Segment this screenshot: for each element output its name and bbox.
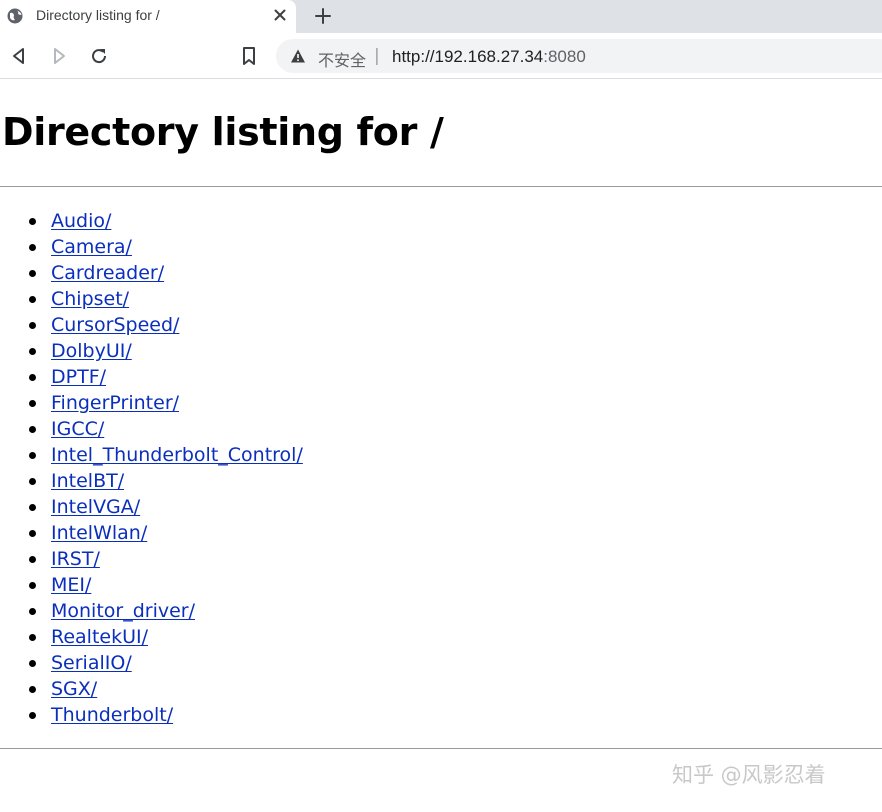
directory-link[interactable]: Cardreader/ bbox=[51, 260, 164, 286]
directory-link[interactable]: Camera/ bbox=[51, 234, 132, 260]
forward-button[interactable] bbox=[48, 45, 70, 67]
bullet bbox=[29, 478, 36, 485]
bullet bbox=[29, 218, 36, 225]
directory-link[interactable]: IntelWlan/ bbox=[51, 520, 147, 546]
directory-link[interactable]: IGCC/ bbox=[51, 416, 104, 442]
address-separator: | bbox=[374, 46, 380, 66]
bullet bbox=[29, 634, 36, 641]
bullet bbox=[29, 504, 36, 511]
bullet bbox=[29, 608, 36, 615]
directory-link[interactable]: Monitor_driver/ bbox=[51, 598, 195, 624]
url-text[interactable]: http://192.168.27.34:8080 bbox=[392, 47, 586, 67]
directory-link[interactable]: FingerPrinter/ bbox=[51, 390, 179, 416]
bullet bbox=[29, 530, 36, 537]
reload-icon bbox=[92, 49, 107, 64]
directory-link[interactable]: RealtekUI/ bbox=[51, 624, 148, 650]
directory-link[interactable]: Intel_Thunderbolt_Control/ bbox=[51, 442, 303, 468]
divider-bottom bbox=[0, 748, 882, 749]
directory-link[interactable]: DPTF/ bbox=[51, 364, 106, 390]
url-port: :8080 bbox=[543, 47, 586, 66]
bullet bbox=[29, 374, 36, 381]
directory-link[interactable]: IntelVGA/ bbox=[51, 494, 140, 520]
bullet bbox=[29, 582, 36, 589]
divider-top bbox=[0, 186, 882, 187]
browser-toolbar: 不安全 | http://192.168.27.34:8080 bbox=[0, 33, 882, 79]
directory-link[interactable]: MEI/ bbox=[51, 572, 91, 598]
page-title: Directory listing for / bbox=[2, 110, 444, 154]
reload-button[interactable] bbox=[88, 45, 110, 67]
bookmark-icon bbox=[243, 47, 255, 65]
bookmark-button[interactable] bbox=[238, 45, 260, 67]
directory-link[interactable]: IntelBT/ bbox=[51, 468, 124, 494]
page-content: Directory listing for / Audio/ Camera/ C… bbox=[0, 80, 882, 812]
globe-icon bbox=[6, 7, 24, 25]
url-host: http://192.168.27.34 bbox=[392, 47, 544, 66]
plus-icon bbox=[315, 8, 331, 24]
security-label[interactable]: 不安全 bbox=[318, 47, 366, 71]
tab-strip: Directory listing for / bbox=[0, 0, 882, 33]
directory-link[interactable]: Chipset/ bbox=[51, 286, 129, 312]
back-button[interactable] bbox=[8, 45, 30, 67]
bullet bbox=[29, 296, 36, 303]
bullet bbox=[29, 712, 36, 719]
address-bar[interactable]: 不安全 | http://192.168.27.34:8080 bbox=[276, 39, 882, 73]
bullet bbox=[29, 452, 36, 459]
bullet bbox=[29, 660, 36, 667]
directory-link[interactable]: SGX/ bbox=[51, 676, 97, 702]
warning-icon[interactable] bbox=[290, 48, 306, 64]
bullet bbox=[29, 244, 36, 251]
bullet bbox=[29, 426, 36, 433]
tab-active[interactable]: Directory listing for / bbox=[0, 0, 296, 33]
directory-link[interactable]: CursorSpeed/ bbox=[51, 312, 179, 338]
bullet bbox=[29, 348, 36, 355]
bullet bbox=[29, 556, 36, 563]
bullet bbox=[29, 400, 36, 407]
directory-link[interactable]: DolbyUI/ bbox=[51, 338, 132, 364]
tab-title: Directory listing for / bbox=[36, 7, 160, 23]
back-arrow-icon bbox=[13, 48, 24, 64]
bullet bbox=[29, 322, 36, 329]
watermark: 知乎 @风影忍着 bbox=[672, 763, 826, 787]
directory-link[interactable]: Thunderbolt/ bbox=[51, 702, 173, 728]
bullet bbox=[29, 686, 36, 693]
new-tab-button[interactable] bbox=[312, 5, 334, 27]
directory-link[interactable]: SerialIO/ bbox=[51, 650, 132, 676]
forward-arrow-icon bbox=[54, 48, 65, 64]
directory-link[interactable]: Audio/ bbox=[51, 208, 111, 234]
close-icon[interactable] bbox=[271, 6, 289, 24]
bullet bbox=[29, 270, 36, 277]
directory-link[interactable]: IRST/ bbox=[51, 546, 100, 572]
